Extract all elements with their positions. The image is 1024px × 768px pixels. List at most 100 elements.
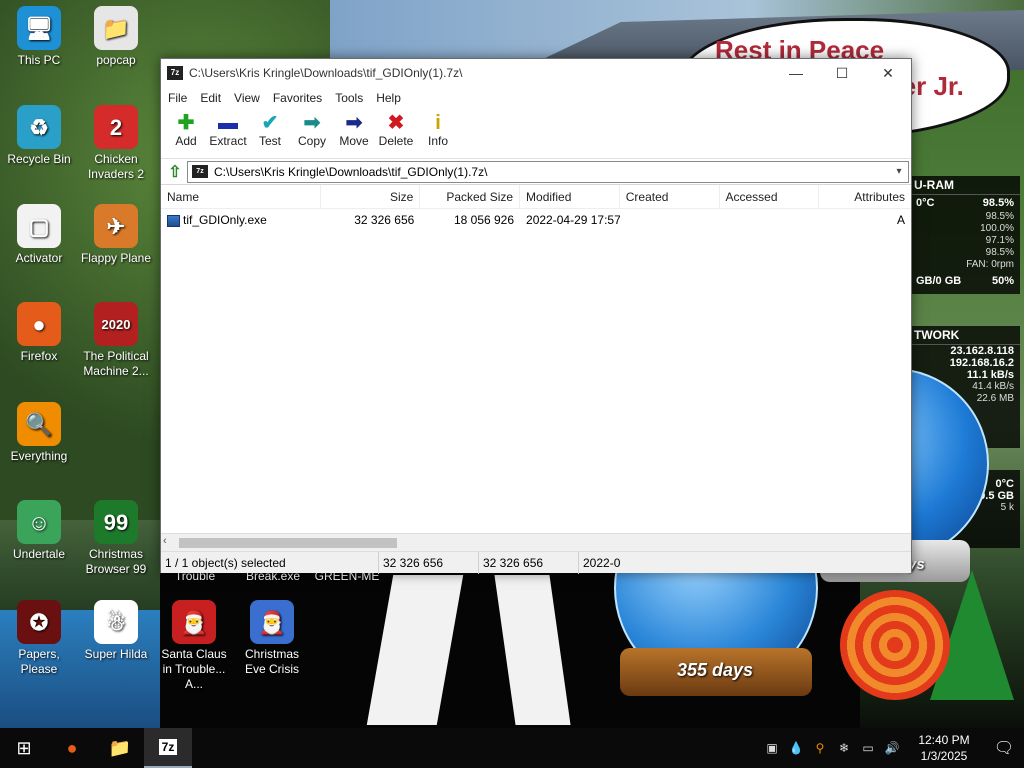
desktop-icon[interactable]: ✪ Papers, Please (0, 600, 78, 677)
menu-file[interactable]: File (163, 91, 195, 105)
desktop-icon[interactable]: ✈ Flappy Plane (77, 204, 155, 266)
close-button[interactable]: ✕ (865, 59, 911, 87)
menu-favorites[interactable]: Favorites (268, 91, 330, 105)
toolbar-button-label: Test (258, 134, 281, 148)
folder-icon: 📁 (94, 6, 138, 50)
desktop-icon-glyph: ♻ (29, 114, 49, 140)
desktop-icon[interactable]: ♻ Recycle Bin (0, 105, 78, 167)
system-tray: ▣ 💧 ⚲ ❄ ▭ 🔊 12:40 PM 1/3/2025 🗨 (760, 728, 1024, 768)
desktop-icon-label: Christmas Browser 99 (85, 547, 147, 576)
menu-tools[interactable]: Tools (330, 91, 371, 105)
desktop-icon[interactable]: 2 Chicken Invaders 2 (77, 105, 155, 182)
hilda-icon: ☃ (94, 600, 138, 644)
scrollbar-thumb[interactable] (179, 538, 397, 548)
menu-help[interactable]: Help (371, 91, 409, 105)
desktop-icon[interactable]: 🔍 Everything (0, 402, 78, 464)
status-bar: 1 / 1 object(s) selected 32 326 656 32 3… (161, 551, 911, 574)
chicken-icon: 2 (94, 105, 138, 149)
desktop-icon[interactable]: ☃ Super Hilda (77, 600, 155, 662)
desktop-icon-label: Papers, Please (18, 647, 60, 676)
address-input[interactable]: 7z C:\Users\Kris Kringle\Downloads\tif_G… (187, 160, 909, 183)
search-icon[interactable]: ⚲ (808, 741, 832, 755)
desktop-icon[interactable]: ▢ Activator (0, 204, 78, 266)
up-folder-icon[interactable]: ⇧ (163, 162, 187, 182)
toolbar-button-label: Move (339, 134, 369, 148)
widget-row: 98.5% (985, 211, 1014, 222)
desktop-icon[interactable]: 📁 popcap (77, 6, 155, 68)
desktop-icon-label: The Political Machine 2... (83, 349, 149, 378)
table-row[interactable]: tif_GDIOnly.exe 32 326 656 18 056 926 20… (161, 209, 911, 231)
desktop-icon[interactable]: 🎅 Santa Claus in Trouble... A... (155, 600, 233, 692)
test-button[interactable]: ✔ Test (249, 109, 291, 148)
desktop-icon[interactable]: 2020 The Political Machine 2... (77, 302, 155, 379)
desktop-icon[interactable]: 🎅 Christmas Eve Crisis (233, 600, 311, 677)
desktop-icon[interactable]: ● Firefox (0, 302, 78, 364)
firefox-icon: ● (17, 302, 61, 346)
desktop-icon-label: Firefox (20, 349, 58, 363)
plane-icon: ✈ (94, 204, 138, 248)
info-icon: i (435, 112, 441, 134)
notification-icon[interactable]: 🗨 (984, 738, 1024, 758)
desktop-icon-glyph: ● (32, 311, 46, 337)
desktop-icon[interactable]: ☺ Undertale (0, 500, 78, 562)
desktop-icon[interactable]: 🖥 This PC (0, 6, 78, 68)
taskbar-firefox[interactable]: ● (48, 728, 96, 768)
column-created[interactable]: Created (620, 184, 720, 209)
clock[interactable]: 12:40 PM 1/3/2025 (904, 732, 984, 764)
widget-mem: GB/0 GB (916, 275, 962, 287)
clock-time: 12:40 PM (918, 733, 970, 747)
network-icon[interactable]: ▭ (856, 741, 880, 755)
desktop-icon-label: Recycle Bin (7, 152, 71, 166)
horizontal-scrollbar[interactable]: ‹ (161, 533, 911, 551)
snowflake-icon[interactable]: ❄ (832, 741, 856, 755)
widget-row: 97.1% (985, 235, 1014, 246)
maximize-button[interactable]: ☐ (819, 59, 865, 87)
start-button[interactable]: ⊞ (0, 728, 48, 768)
7zip-app-icon: 7z (167, 66, 183, 80)
status-modified: 2022-0 (583, 555, 621, 570)
column-packed-size[interactable]: Packed Size (420, 184, 521, 209)
column-size[interactable]: Size (321, 184, 421, 209)
taskbar-7zip[interactable]: 7z (144, 728, 192, 768)
address-path: C:\Users\Kris Kringle\Downloads\tif_GDIO… (214, 164, 488, 179)
executable-icon (167, 214, 180, 227)
add-button[interactable]: ✚ Add (165, 109, 207, 148)
desktop-icon-glyph: 2020 (101, 316, 131, 332)
taskbar-file-explorer[interactable]: 📁 (96, 728, 144, 768)
extract-button[interactable]: ▬ Extract (207, 109, 249, 148)
santa-icon: 🎅 (172, 600, 216, 644)
minimize-button[interactable]: — (773, 59, 819, 87)
toolbar-button-label: Extract (209, 134, 247, 148)
computer-icon: 🖥 (17, 6, 61, 50)
column-accessed[interactable]: Accessed (720, 184, 820, 209)
status-size: 32 326 656 (379, 551, 479, 574)
desktop-icon-glyph: ☺ (27, 509, 51, 535)
chevron-down-icon[interactable]: ▾ (890, 166, 908, 177)
search-icon: 🔍 (17, 402, 61, 446)
desktop-icon[interactable]: 99 Christmas Browser 99 (77, 500, 155, 577)
tray-app-icon[interactable]: ▣ (760, 741, 784, 755)
menu-edit[interactable]: Edit (195, 91, 229, 105)
water-drop-icon[interactable]: 💧 (784, 741, 808, 755)
info-button[interactable]: i Info (417, 109, 459, 148)
copy-button[interactable]: ➡ Copy (291, 109, 333, 148)
column-attributes[interactable]: Attributes (819, 185, 911, 209)
arrow-right-icon: ➡ (345, 112, 363, 134)
desktop-icon-glyph: 🎅 (258, 609, 286, 635)
column-modified[interactable]: Modified (520, 184, 620, 209)
menu-view[interactable]: View (229, 91, 268, 105)
desktop-icon-glyph: 🎅 (180, 609, 208, 635)
move-button[interactable]: ➡ Move (333, 109, 375, 148)
title-bar[interactable]: 7z C:\Users\Kris Kringle\Downloads\tif_G… (161, 59, 911, 87)
widget-row: 98.5% (985, 247, 1014, 258)
desktop-icon-glyph: ☃ (106, 609, 126, 635)
toolbar-button-label: Copy (297, 134, 326, 148)
volume-icon[interactable]: 🔊 (880, 741, 904, 755)
desktop-icon-glyph: 🔍 (25, 411, 53, 437)
delete-button[interactable]: ✖ Delete (375, 109, 417, 148)
scroll-left-icon[interactable]: ‹ (163, 535, 167, 547)
papers-please-icon: ✪ (17, 600, 61, 644)
column-name[interactable]: Name (161, 184, 321, 209)
days-counter: 355 days (676, 660, 754, 680)
status-packed-size: 32 326 656 (479, 551, 579, 574)
